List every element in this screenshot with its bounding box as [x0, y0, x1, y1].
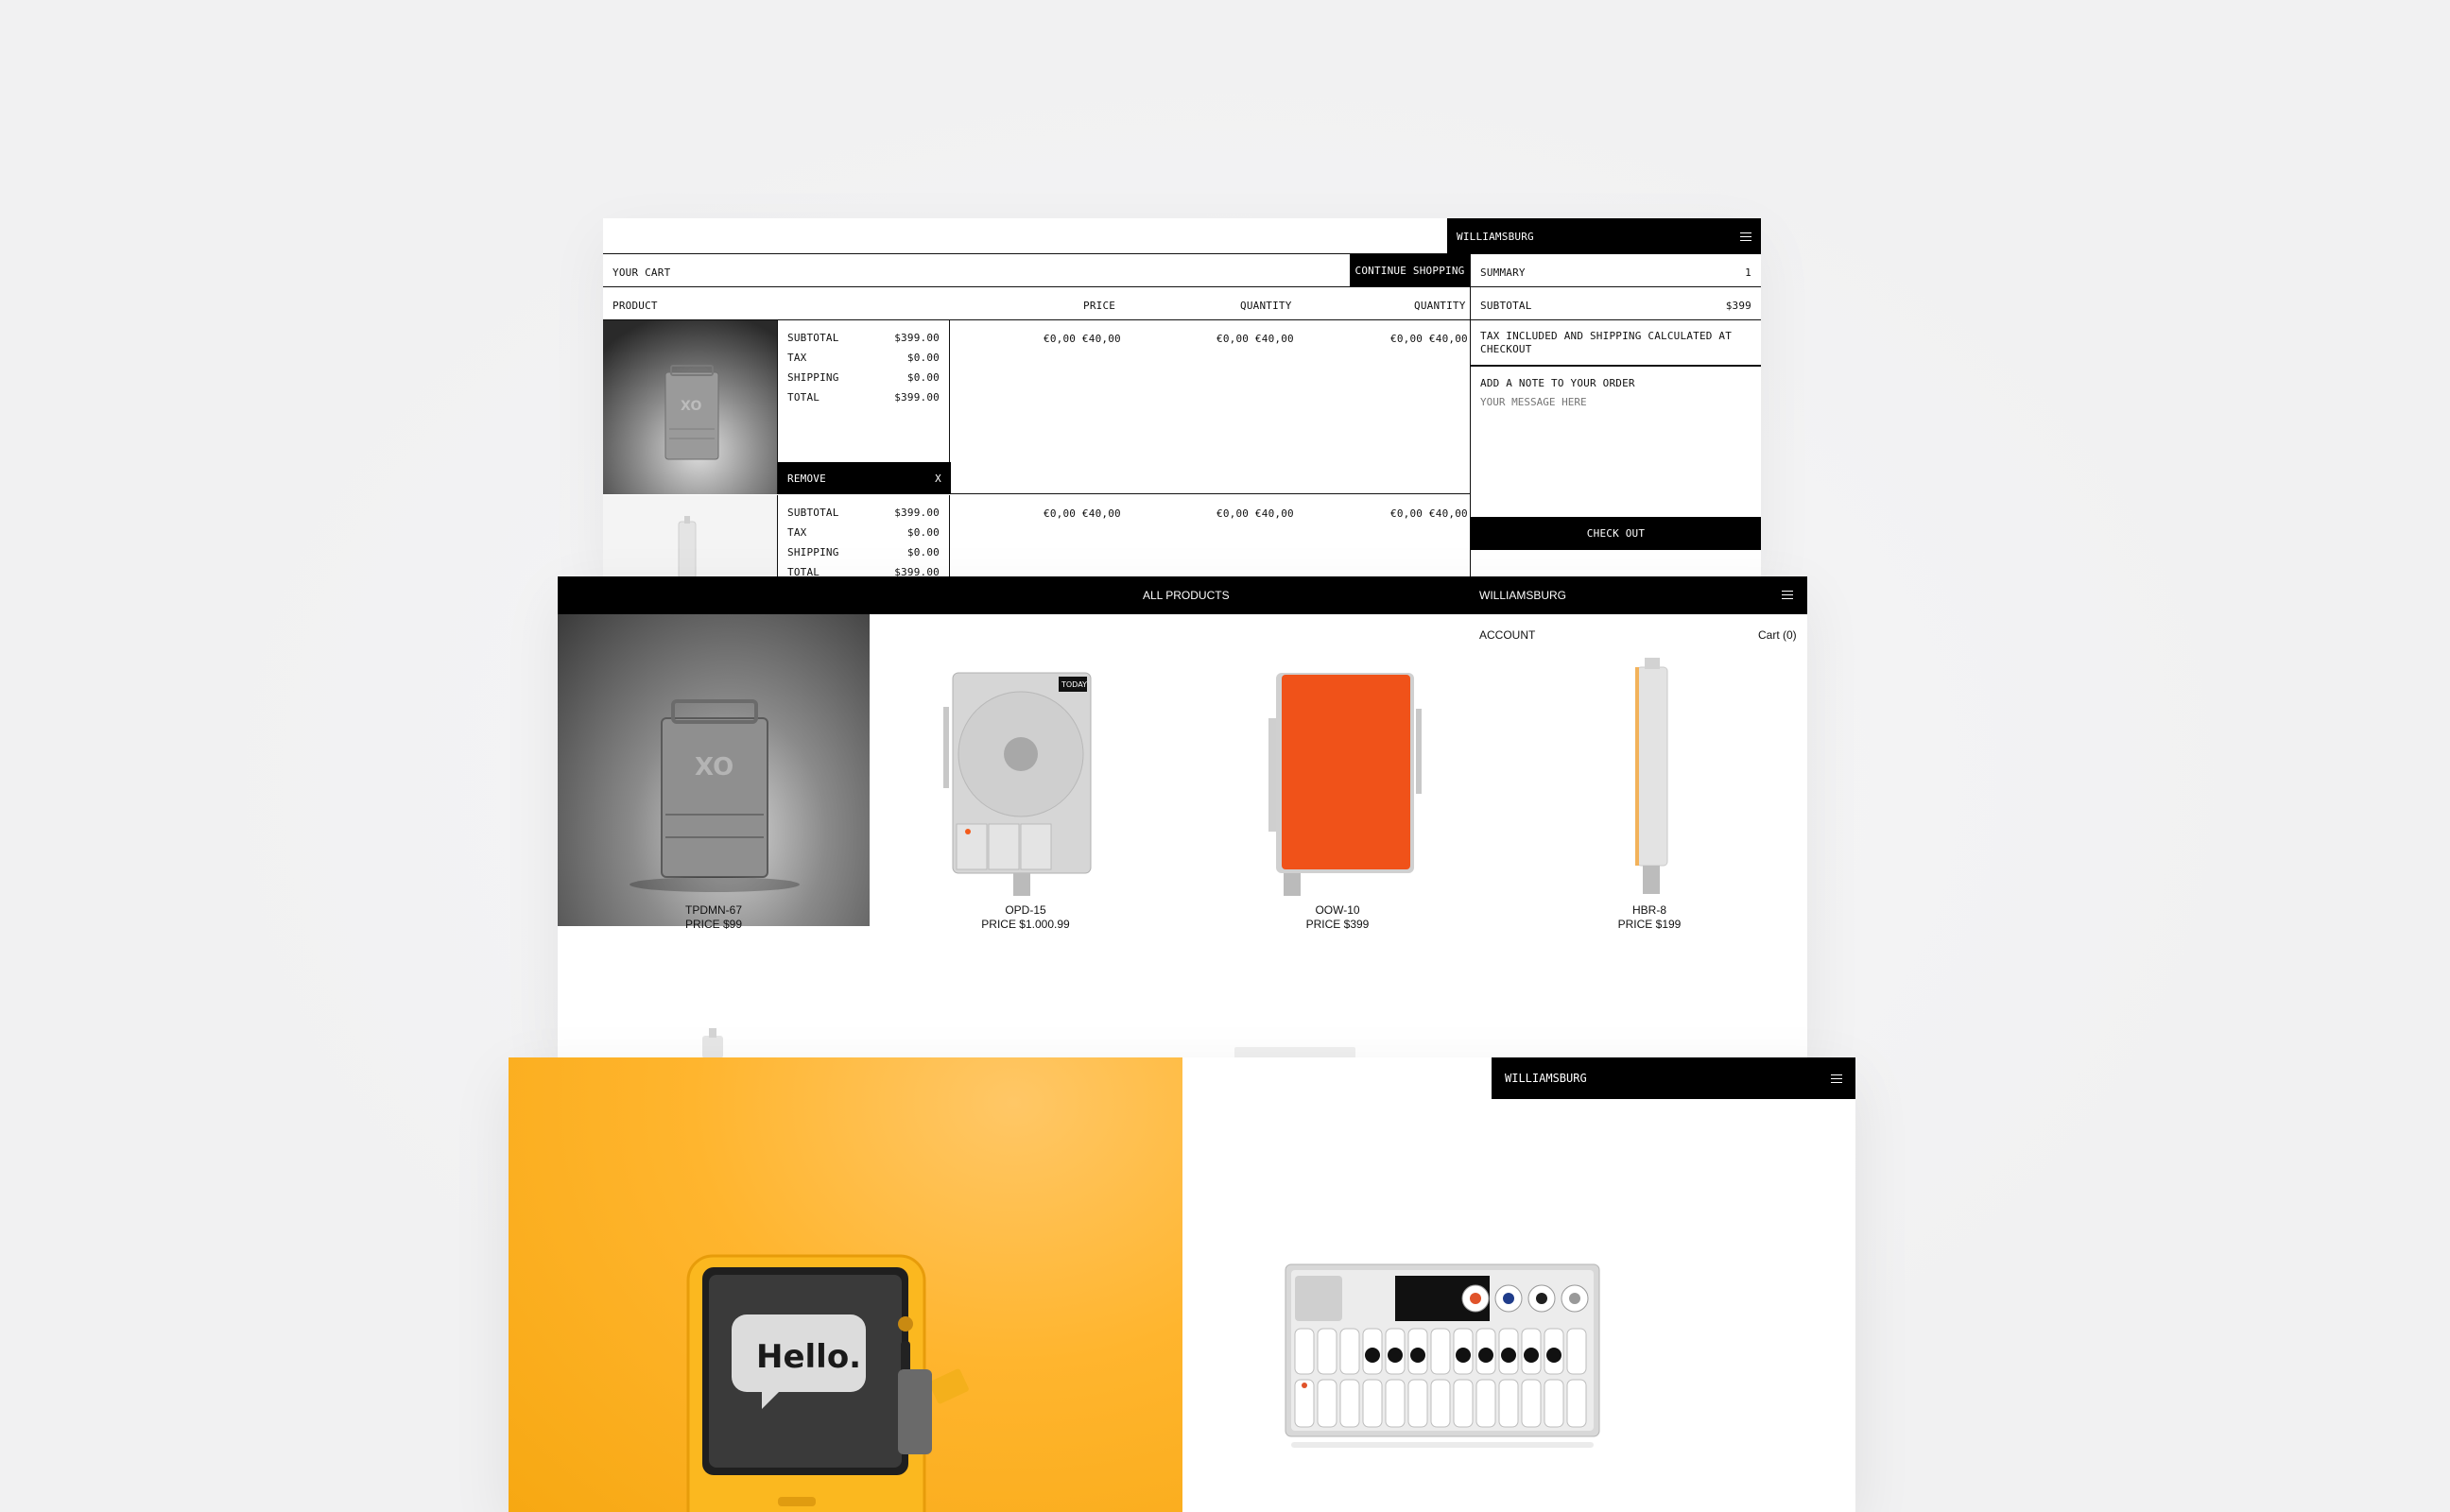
col-product: PRODUCT: [612, 300, 658, 312]
subtotal-value: $399.00: [894, 332, 940, 344]
product-caption: HBR-8 PRICE $199: [1493, 903, 1805, 932]
tax-note-row: TAX INCLUDED AND SHIPPING CALCULATED AT …: [1471, 320, 1761, 367]
product-name[interactable]: TPDMN-67: [558, 903, 870, 918]
remove-button[interactable]: REMOVE X: [778, 462, 951, 494]
location-label[interactable]: WILLIAMSBURG: [1479, 589, 1566, 602]
cart-title: YOUR CART: [612, 266, 671, 279]
product-name[interactable]: OOW-10: [1182, 903, 1493, 918]
shipping-label: SHIPPING: [787, 371, 839, 384]
summary-title: SUMMARY: [1480, 266, 1526, 279]
tax-label: TAX: [787, 352, 807, 364]
col-price: PRICE: [1083, 300, 1116, 312]
location-menu[interactable]: WILLIAMSBURG: [1492, 1057, 1855, 1099]
total-label: TOTAL: [787, 391, 820, 404]
note-textarea[interactable]: [1480, 396, 1751, 464]
subtotal-label: SUBTOTAL: [787, 332, 839, 344]
hamburger-icon[interactable]: [1740, 232, 1751, 241]
col-quantity: QUANTITY: [1240, 300, 1292, 312]
order-note: ADD A NOTE TO YOUR ORDER: [1471, 368, 1761, 483]
tax-value: $0.00: [906, 352, 940, 364]
item-summary: SUBTOTAL $399.00 TAX $0.00 SHIPPING $0.00 T…: [777, 320, 951, 494]
product-thumbnail[interactable]: [603, 495, 777, 577]
synth-product-image[interactable]: [1282, 1261, 1603, 1497]
device-screen-text: Hello.: [756, 1338, 861, 1376]
shipping-value: $0.00: [906, 546, 940, 558]
item-quantity-2: €0,00 €40,00: [1390, 333, 1468, 345]
item-quantity-2: €0,00 €40,00: [1390, 507, 1468, 520]
item-price: €0,00 €40,00: [1044, 507, 1121, 520]
nav-all-products[interactable]: ALL PRODUCTS: [1143, 589, 1230, 602]
product-name[interactable]: OPD-15: [870, 903, 1182, 918]
total-value: $399.00: [894, 391, 940, 404]
location-menu[interactable]: WILLIAMSBURG: [1447, 218, 1761, 254]
note-label: ADD A NOTE TO YOUR ORDER: [1480, 377, 1635, 389]
close-icon: X: [935, 472, 941, 485]
product-price: PRICE $99: [684, 918, 743, 931]
product-caption: OOW-10 PRICE $399: [1182, 903, 1493, 932]
continue-shopping-button[interactable]: CONTINUE SHOPPING: [1350, 254, 1470, 286]
product-card-image[interactable]: [1182, 614, 1493, 926]
product-caption: OPD-15 PRICE $1.000.99: [870, 903, 1182, 932]
cart-title-row: YOUR CART CONTINUE SHOPPING: [603, 254, 1470, 287]
next-row-preview: [702, 1028, 1355, 1058]
product-price: PRICE $399: [1305, 918, 1370, 931]
tax-label: TAX: [787, 526, 807, 539]
remove-label: REMOVE: [787, 472, 826, 485]
cart-top-bar: WILLIAMSBURG: [603, 218, 1761, 254]
product-card-image[interactable]: XO: [558, 614, 870, 926]
products-nav-bar: ALL PRODUCTS WILLIAMSBURG: [558, 576, 1807, 614]
location-label: WILLIAMSBURG: [1505, 1072, 1587, 1085]
item-summary: SUBTOTAL $399.00 TAX $0.00 SHIPPING $0.00 T…: [777, 495, 950, 577]
item-quantity: €0,00 €40,00: [1216, 507, 1294, 520]
svg-text:TODAY: TODAY: [1061, 680, 1087, 689]
product-name[interactable]: HBR-8: [1493, 903, 1805, 918]
product-price: PRICE $199: [1617, 918, 1682, 931]
summary-header: SUMMARY 1: [1471, 254, 1761, 287]
cart-window: WILLIAMSBURG YOUR CART CONTINUE SHOPPING…: [603, 218, 1761, 577]
col-quantity-2: QUANTITY: [1414, 300, 1466, 312]
item-quantity: €0,00 €40,00: [1216, 333, 1294, 345]
order-summary: SUMMARY 1 SUBTOTAL $399 TAX INCLUDED AND…: [1471, 254, 1761, 577]
tax-value: $0.00: [906, 526, 940, 539]
summary-subtotal-value: $399: [1725, 300, 1751, 312]
svg-text:XO: XO: [681, 399, 702, 414]
hero-image: Hello.: [509, 1057, 1182, 1512]
summary-subtotal: SUBTOTAL $399: [1471, 287, 1761, 320]
product-caption: TPDMN-67 PRICE $99: [558, 903, 870, 932]
checkout-button[interactable]: CHECK OUT: [1471, 517, 1761, 550]
shipping-value: $0.00: [906, 371, 940, 384]
svg-text:XO: XO: [695, 753, 733, 782]
product-card-image[interactable]: [1493, 614, 1805, 926]
product-price: PRICE $1.000.99: [981, 918, 1070, 931]
location-label: WILLIAMSBURG: [1457, 230, 1534, 243]
summary-subtotal-label: SUBTOTAL: [1480, 300, 1532, 312]
summary-count: 1: [1745, 266, 1751, 279]
cart-item: SUBTOTAL $399.00 TAX $0.00 SHIPPING $0.00 T…: [603, 495, 1470, 577]
products-window: ALL PRODUCTS WILLIAMSBURG ACCOUNT Cart (…: [558, 576, 1807, 1058]
shipping-label: SHIPPING: [787, 546, 839, 558]
product-thumbnail[interactable]: XO: [603, 320, 777, 494]
cart-column-header: PRODUCT PRICE QUANTITY QUANTITY: [603, 287, 1470, 320]
item-price: €0,00 €40,00: [1044, 333, 1121, 345]
subtotal-value: $399.00: [894, 507, 940, 519]
tax-note: TAX INCLUDED AND SHIPPING CALCULATED AT …: [1480, 330, 1733, 355]
hamburger-icon[interactable]: [1782, 591, 1793, 599]
subtotal-label: SUBTOTAL: [787, 507, 839, 519]
hamburger-icon[interactable]: [1831, 1074, 1842, 1083]
feature-window: Hello. WILLIAMSBURG: [509, 1057, 1855, 1512]
cart-item: XO SUBTOTAL $399.00 TAX $0.00 SHIPPING $0.0…: [603, 320, 1470, 494]
product-card-image[interactable]: TODAY: [870, 614, 1182, 926]
